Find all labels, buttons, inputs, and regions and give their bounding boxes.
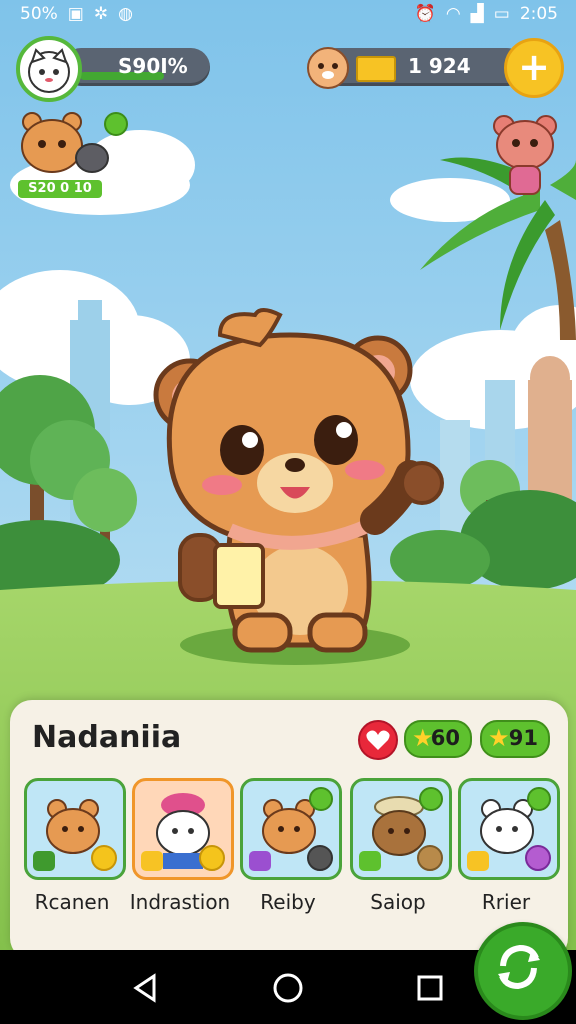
stars-value-1: 60 [430, 726, 460, 750]
character-name-3: Reiby [260, 890, 316, 914]
recents-icon[interactable] [410, 968, 450, 1008]
gold-value: 1 924 [408, 54, 471, 78]
companion-badge: S20 0 10 [18, 180, 102, 198]
character-card-4[interactable] [350, 778, 452, 880]
status-left-text: 50% [20, 4, 58, 24]
character-name-2: Indrastion [129, 890, 231, 914]
refresh-button[interactable] [474, 922, 572, 1020]
stars-counter-2: ★ 91 [480, 720, 550, 758]
compass-badge-icon [417, 845, 443, 871]
yellow-badge-icon [467, 851, 489, 871]
wifi-icon: ◠ [445, 4, 461, 24]
character-name-4: Saiop [370, 890, 426, 914]
leaf-badge-icon [527, 787, 551, 811]
flower-badge-icon [525, 845, 551, 871]
status-bar: 50% ▣ ✲ ◍ ⏰ ◠ ▟ ▭ 2:05 [0, 0, 576, 28]
coin-badge-icon [91, 845, 117, 871]
character-name-5: Rrier [481, 890, 531, 914]
leaf-icon [104, 112, 128, 136]
star-badge-icon [307, 845, 333, 871]
home-icon[interactable] [268, 968, 308, 1008]
home-badge-icon [33, 851, 55, 871]
status-time: 2:05 [519, 4, 558, 24]
notification-icon: ◍ [118, 4, 133, 24]
back-icon[interactable] [126, 968, 166, 1008]
gold-bar-icon [356, 56, 396, 82]
signal-icon: ▟ [470, 4, 484, 24]
battery-icon: ▭ [493, 4, 510, 24]
character-panel: Nadaniia ★ 60 ★ 91 Rcanen Indrastion Rei… [10, 700, 568, 960]
settings-icon: ✲ [93, 4, 109, 24]
bear-character[interactable] [150, 305, 450, 665]
character-card-2[interactable] [132, 778, 234, 880]
purple-badge-icon [249, 851, 271, 871]
panel-title: Nadaniia [32, 720, 182, 755]
character-name-1: Rcanen [34, 890, 110, 914]
companion-card[interactable]: S20 0 10 [14, 108, 184, 212]
character-card-5[interactable] [458, 778, 560, 880]
green-badge-icon [359, 851, 381, 871]
coin-badge-icon [199, 845, 225, 871]
star-badge-icon [141, 851, 163, 871]
cat-avatar-icon [28, 48, 70, 93]
character-card-1[interactable] [24, 778, 126, 880]
heart-button[interactable] [358, 720, 398, 760]
add-gold-button[interactable]: + [504, 38, 564, 98]
profile-value: S90I% [118, 54, 188, 78]
hamster-icon [307, 47, 349, 89]
leaf-badge-icon [309, 787, 333, 811]
clock-icon: ⏰ [414, 4, 436, 24]
pink-bear-character[interactable] [490, 110, 560, 200]
stars-value-2: 91 [508, 726, 538, 750]
image-icon: ▣ [67, 4, 84, 24]
heart-icon [366, 730, 390, 750]
leaf-badge-icon [419, 787, 443, 811]
stars-counter-1: ★ 60 [404, 720, 472, 758]
character-card-3[interactable] [240, 778, 342, 880]
refresh-icon [498, 944, 540, 990]
star-icon: ★ [488, 724, 510, 752]
profile-avatar[interactable] [16, 36, 82, 102]
